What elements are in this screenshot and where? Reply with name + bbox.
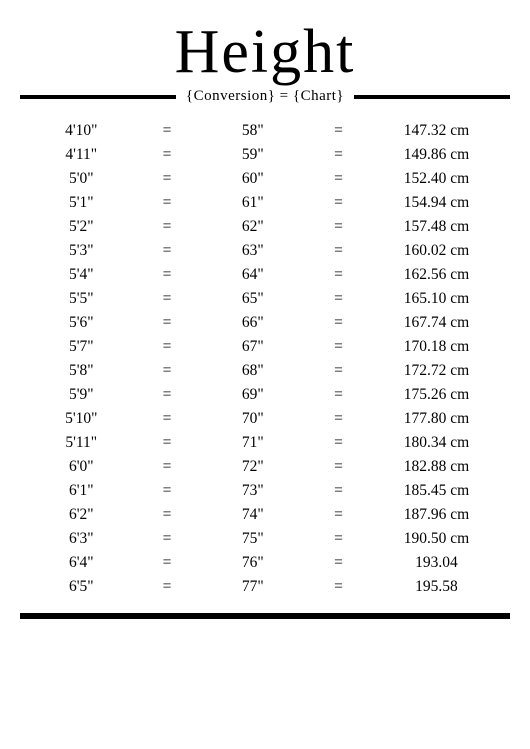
table-row: 6'4"=76"=193.04 (20, 551, 510, 575)
divider-line-left (20, 95, 176, 99)
table-row: 5'2"=62"=157.48 cm (20, 215, 510, 239)
table-row: 5'9"=69"=175.26 cm (20, 383, 510, 407)
table-row: 5'0"=60"=152.40 cm (20, 167, 510, 191)
table-row: 5'6"=66"=167.74 cm (20, 311, 510, 335)
table-row: 5'11"=71"=180.34 cm (20, 431, 510, 455)
table-row: 5'10"=70"=177.80 cm (20, 407, 510, 431)
table-row: 6'2"=74"=187.96 cm (20, 503, 510, 527)
table-row: 5'5"=65"=165.10 cm (20, 287, 510, 311)
divider-section: {Conversion} = {Chart} (20, 88, 510, 105)
page-title: Height (20, 18, 510, 86)
conversion-table: 4'10"=58"=147.32 cm4'11"=59"=149.86 cm5'… (20, 119, 510, 599)
table-row: 6'3"=75"=190.50 cm (20, 527, 510, 551)
table-row: 5'8"=68"=172.72 cm (20, 359, 510, 383)
table-row: 4'11"=59"=149.86 cm (20, 143, 510, 167)
subtitle: {Conversion} = {Chart} (176, 88, 354, 105)
table-row: 6'5"=77"=195.58 (20, 575, 510, 599)
table-row: 4'10"=58"=147.32 cm (20, 119, 510, 143)
divider-line-right (354, 95, 510, 99)
table-row: 6'1"=73"=185.45 cm (20, 479, 510, 503)
table-row: 5'4"=64"=162.56 cm (20, 263, 510, 287)
page: Height {Conversion} = {Chart} 4'10"=58"=… (0, 0, 530, 639)
table-row: 5'7"=67"=170.18 cm (20, 335, 510, 359)
bottom-bar (20, 613, 510, 619)
table-row: 6'0"=72"=182.88 cm (20, 455, 510, 479)
table-row: 5'1"=61"=154.94 cm (20, 191, 510, 215)
table-row: 5'3"=63"=160.02 cm (20, 239, 510, 263)
